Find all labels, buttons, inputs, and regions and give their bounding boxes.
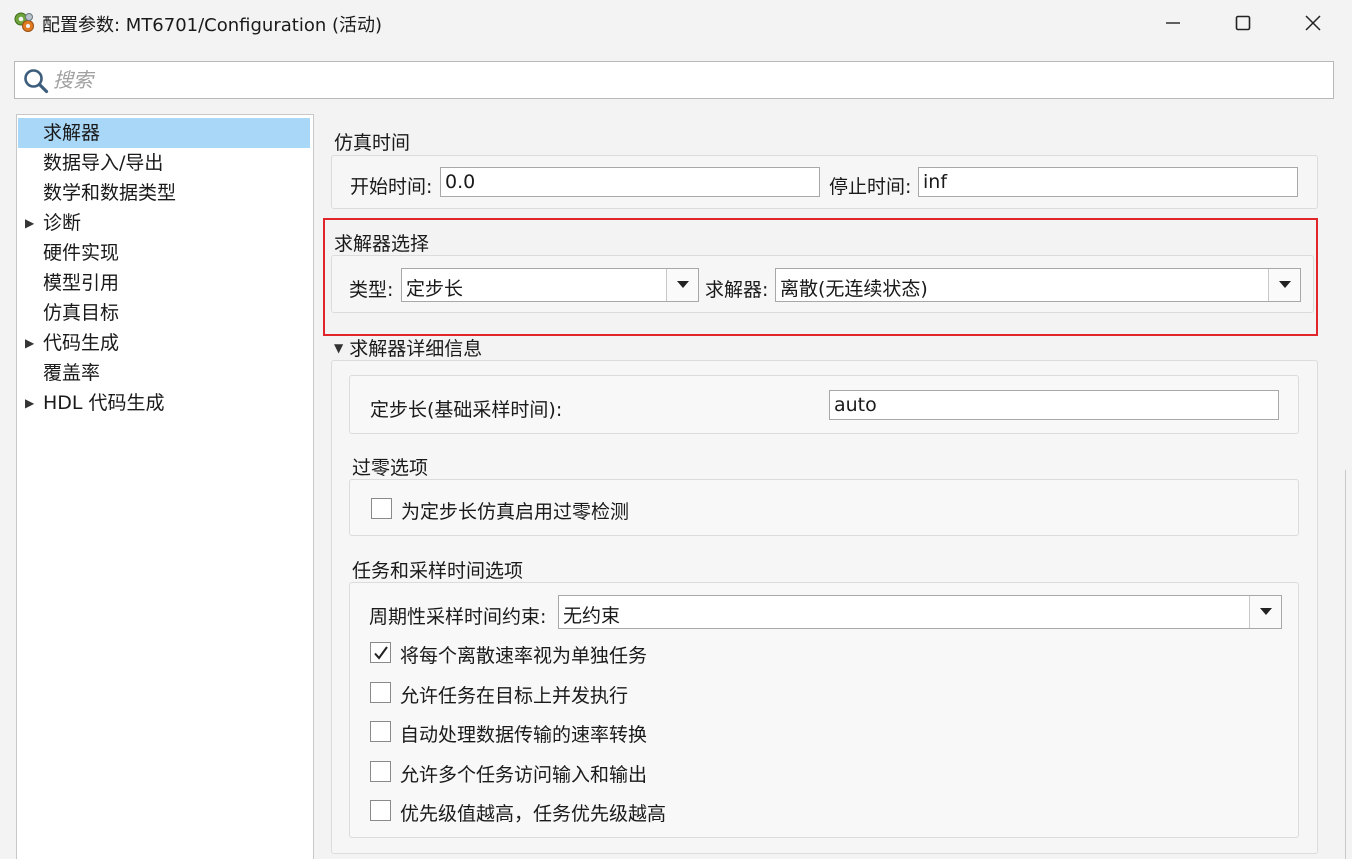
sample-constraint-dropdown[interactable]: 无约束 — [558, 595, 1282, 629]
task-option-checkbox[interactable] — [370, 761, 391, 782]
nav-item-sim-target[interactable]: 仿真目标 — [18, 298, 310, 328]
search-icon — [23, 68, 49, 94]
nav-item-label: 硬件实现 — [43, 242, 120, 264]
tasks-group: 周期性采样时间约束: 无约束 将每个离散速率视为单独任务 允许任务在目标上并发执… — [349, 582, 1299, 838]
nav-item-code-generation[interactable]: ▶ 代码生成 — [18, 328, 310, 358]
nav-item-diagnostics[interactable]: ▶ 诊断 — [18, 208, 310, 238]
step-size-label: 定步长(基础采样时间): — [370, 399, 563, 421]
close-icon — [1305, 15, 1321, 31]
nav-item-label: HDL 代码生成 — [43, 392, 165, 414]
sample-constraint-value: 无约束 — [563, 605, 621, 627]
zero-crossing-label: 为定步长仿真启用过零检测 — [401, 501, 630, 523]
highlight-annotation — [323, 218, 1318, 336]
search-bar[interactable] — [14, 61, 1334, 99]
task-option-label: 将每个离散速率视为单独任务 — [400, 645, 648, 667]
maximize-icon — [1235, 15, 1251, 31]
checkmark-icon — [373, 645, 388, 660]
tasks-title: 任务和采样时间选项 — [352, 560, 524, 582]
task-option-label: 允许多个任务访问输入和输出 — [400, 764, 648, 786]
zero-crossing-title: 过零选项 — [352, 457, 429, 479]
step-size-input[interactable] — [829, 390, 1279, 420]
task-option-checkbox[interactable] — [370, 642, 391, 663]
zero-crossing-checkbox[interactable] — [371, 498, 392, 519]
nav-item-math-data-types[interactable]: 数学和数据类型 — [18, 178, 310, 208]
category-tree: 求解器 数据导入/导出 数学和数据类型 ▶ 诊断 硬件实现 模型引用 仿真目标 … — [16, 114, 314, 859]
window-title: 配置参数: MT6701/Configuration (活动) — [42, 15, 383, 36]
nav-item-model-reference[interactable]: 模型引用 — [18, 268, 310, 298]
nav-item-label: 覆盖率 — [43, 362, 101, 384]
nav-item-label: 模型引用 — [43, 272, 120, 294]
collapse-arrow-icon[interactable]: ▼ — [334, 341, 343, 355]
nav-item-hardware[interactable]: 硬件实现 — [18, 238, 310, 268]
zero-crossing-group: 为定步长仿真启用过零检测 — [349, 479, 1299, 536]
nav-item-hdl-code-generation[interactable]: ▶ HDL 代码生成 — [18, 388, 310, 418]
window-edge — [1345, 470, 1352, 859]
nav-item-coverage[interactable]: 覆盖率 — [18, 358, 310, 388]
maximize-button[interactable] — [1208, 0, 1278, 46]
minimize-button[interactable] — [1138, 0, 1208, 46]
nav-item-label: 诊断 — [43, 212, 82, 234]
task-option-label: 优先级值越高，任务优先级越高 — [400, 803, 667, 825]
nav-item-data-import-export[interactable]: 数据导入/导出 — [18, 148, 310, 178]
start-time-input[interactable] — [440, 167, 820, 197]
nav-item-label: 代码生成 — [43, 332, 120, 354]
search-input[interactable] — [53, 64, 1323, 96]
nav-item-label: 数学和数据类型 — [43, 182, 177, 204]
nav-item-label: 求解器 — [43, 122, 101, 144]
stop-time-input[interactable] — [918, 167, 1298, 197]
solver-details-title: 求解器详细信息 — [349, 338, 483, 360]
solver-details-header[interactable]: ▼ 求解器详细信息 — [334, 334, 482, 361]
task-option-label: 自动处理数据传输的速率转换 — [400, 724, 648, 746]
task-option-label: 允许任务在目标上并发执行 — [400, 685, 629, 707]
stop-time-label: 停止时间: — [829, 176, 912, 198]
nav-item-label: 数据导入/导出 — [43, 152, 164, 174]
task-option-checkbox[interactable] — [370, 721, 391, 742]
minimize-icon — [1166, 22, 1180, 24]
task-option-checkbox[interactable] — [370, 800, 391, 821]
step-size-group: 定步长(基础采样时间): — [349, 375, 1299, 434]
expand-arrow-icon[interactable]: ▶ — [25, 208, 34, 238]
sim-time-group: 开始时间: 停止时间: — [331, 155, 1318, 209]
nav-item-label: 仿真目标 — [43, 302, 120, 324]
gear-cluster-icon — [13, 11, 35, 33]
nav-item-solver[interactable]: 求解器 — [18, 118, 310, 148]
start-time-label: 开始时间: — [350, 176, 433, 198]
sim-time-title: 仿真时间 — [334, 132, 411, 154]
chevron-down-icon[interactable] — [1249, 596, 1281, 628]
expand-arrow-icon[interactable]: ▶ — [25, 328, 34, 358]
expand-arrow-icon[interactable]: ▶ — [25, 388, 34, 418]
task-option-checkbox[interactable] — [370, 682, 391, 703]
title-bar: 配置参数: MT6701/Configuration (活动) — [0, 0, 1352, 46]
close-button[interactable] — [1278, 0, 1348, 46]
sample-constraint-label: 周期性采样时间约束: — [369, 606, 547, 628]
